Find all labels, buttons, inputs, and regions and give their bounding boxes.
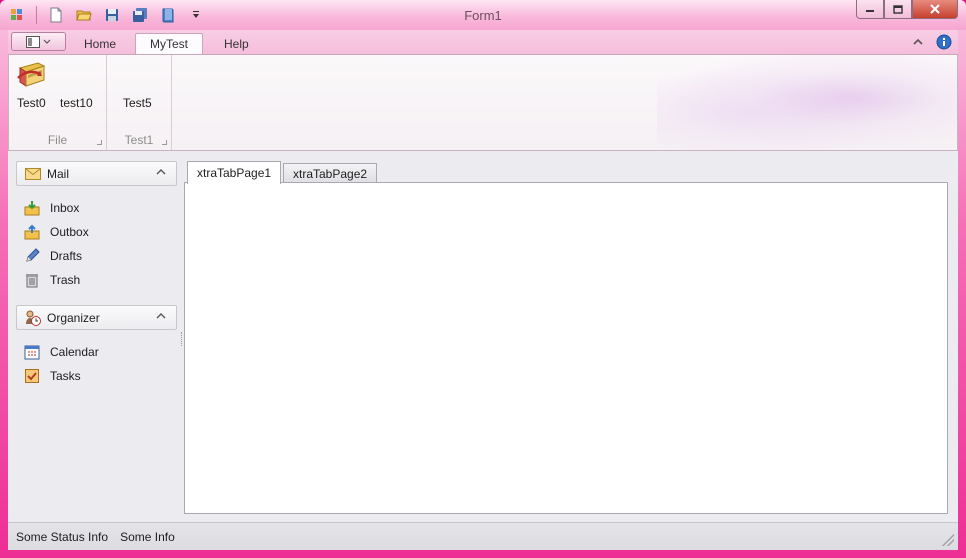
test5-button[interactable]: Test5 bbox=[123, 96, 152, 110]
ribbon-background-art bbox=[657, 55, 957, 150]
nav-group-label: Mail bbox=[47, 166, 70, 181]
title-bar: Form1 bbox=[0, 0, 966, 30]
window-controls bbox=[856, 0, 958, 19]
nav-item-outbox[interactable]: Outbox bbox=[24, 222, 89, 242]
nav-item-drafts[interactable]: Drafts bbox=[24, 246, 82, 266]
nav-item-trash[interactable]: Trash bbox=[24, 270, 80, 290]
app-layout-icon bbox=[26, 35, 40, 48]
splitter-grip[interactable] bbox=[181, 332, 183, 346]
ribbon-tab-strip: Home MyTest Help bbox=[8, 30, 958, 54]
trash-icon bbox=[26, 274, 38, 288]
status-item-extra: Some Info bbox=[120, 529, 175, 544]
info-icon[interactable] bbox=[936, 34, 952, 50]
group-dialog-launcher[interactable] bbox=[162, 140, 167, 145]
ribbon-panel: Test0 test10 File Test5 Test1 bbox=[8, 54, 958, 151]
nav-item-inbox[interactable]: Inbox bbox=[24, 198, 79, 218]
calendar-icon bbox=[24, 345, 40, 360]
tab-mytest[interactable]: MyTest bbox=[135, 33, 204, 54]
chevron-up-icon[interactable] bbox=[156, 312, 166, 320]
maximize-icon bbox=[893, 4, 903, 14]
test0-button[interactable]: Test0 bbox=[17, 96, 46, 110]
inbox-icon bbox=[24, 201, 40, 216]
close-button[interactable] bbox=[912, 0, 958, 19]
test10-button[interactable]: test10 bbox=[60, 96, 93, 110]
resize-grip[interactable] bbox=[942, 534, 954, 546]
minimize-icon bbox=[866, 10, 874, 12]
ribbon-group-label: File bbox=[47, 133, 68, 147]
pencil-icon bbox=[26, 248, 40, 262]
group-dialog-launcher[interactable] bbox=[97, 140, 102, 145]
tasks-checkbox-icon bbox=[25, 369, 39, 383]
ribbon-group-test1: Test5 Test1 bbox=[107, 55, 172, 150]
nav-group-organizer-header[interactable]: Organizer bbox=[16, 305, 177, 330]
close-icon bbox=[930, 4, 940, 14]
nav-group-mail-header[interactable]: Mail bbox=[16, 161, 177, 186]
organizer-icon bbox=[26, 310, 41, 326]
tab-help[interactable]: Help bbox=[210, 33, 263, 54]
status-bar: Some Status Info Some Info bbox=[8, 522, 958, 550]
tab-page1[interactable]: xtraTabPage1 bbox=[187, 161, 282, 184]
nav-item-label: Calendar bbox=[50, 345, 99, 359]
test-books-icon bbox=[16, 60, 48, 93]
tab-page-content bbox=[184, 182, 948, 514]
app-window: Form1 Home MyTest Help Test0 test10 File… bbox=[0, 0, 966, 558]
nav-group-label: Organizer bbox=[47, 310, 100, 325]
tab-control: xtraTabPage1 xtraTabPage2 bbox=[184, 161, 948, 515]
status-item-info: Some Status Info bbox=[16, 529, 109, 544]
tab-home[interactable]: Home bbox=[70, 33, 130, 54]
window-title: Form1 bbox=[464, 8, 502, 23]
nav-item-label: Inbox bbox=[50, 201, 80, 215]
nav-item-label: Trash bbox=[50, 273, 81, 287]
nav-item-tasks[interactable]: Tasks bbox=[24, 366, 81, 386]
ribbon-group-file: Test0 test10 File bbox=[9, 55, 107, 150]
nav-item-label: Tasks bbox=[50, 369, 81, 383]
nav-item-calendar[interactable]: Calendar bbox=[24, 342, 99, 362]
maximize-button[interactable] bbox=[884, 0, 912, 19]
mail-icon bbox=[25, 167, 41, 180]
chevron-up-icon[interactable] bbox=[156, 168, 166, 176]
application-button[interactable] bbox=[11, 32, 66, 51]
tab-page2[interactable]: xtraTabPage2 bbox=[283, 163, 378, 183]
navigation-pane: Mail Inbox Outbox Drafts Trash Organizer… bbox=[8, 151, 180, 522]
nav-item-label: Drafts bbox=[50, 249, 83, 263]
outbox-icon bbox=[24, 224, 40, 240]
chevron-down-icon bbox=[43, 39, 51, 44]
ribbon-right-controls bbox=[912, 34, 952, 50]
nav-item-label: Outbox bbox=[50, 225, 89, 239]
collapse-ribbon-icon[interactable] bbox=[912, 37, 924, 47]
client-area: Mail Inbox Outbox Drafts Trash Organizer… bbox=[8, 151, 958, 522]
minimize-button[interactable] bbox=[856, 0, 884, 19]
